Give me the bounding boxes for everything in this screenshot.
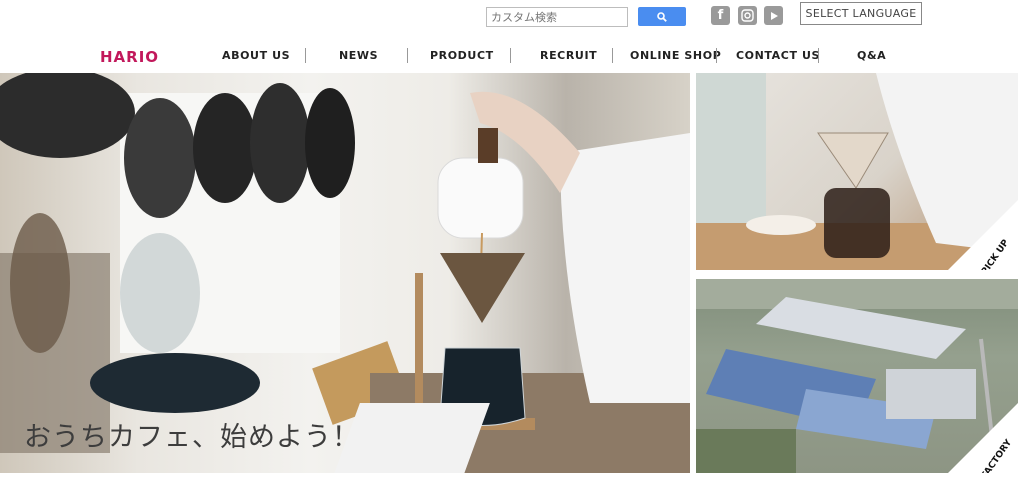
nav-divider [612,48,613,63]
nav-about-us[interactable]: ABOUT US [222,49,290,62]
nav-qa[interactable]: Q&A [857,49,886,62]
hero-caption: おうちカフェ、始めよう！ [24,422,360,453]
corner-ribbon [948,403,1018,473]
search-button[interactable] [638,7,686,26]
nav-recruit[interactable]: RECRUIT [540,49,597,62]
nav-contact-us[interactable]: CONTACT US [736,49,820,62]
instagram-icon[interactable] [738,6,757,25]
instagram-glyph [741,9,754,22]
nav-product[interactable]: PRODUCT [430,49,494,62]
page: f SELECT LANGUAGE HARIO ABOUT US NEWS PR… [0,0,1024,483]
play-glyph [770,11,778,20]
select-language-button[interactable]: SELECT LANGUAGE [800,2,922,25]
hero-photo [0,73,690,473]
pickup-tile[interactable]: PICK UP [696,73,1018,270]
nav-divider [716,48,717,63]
main-nav: ABOUT US NEWS PRODUCT RECRUIT ONLINE SHO… [0,48,1024,66]
youtube-icon[interactable] [764,6,783,25]
corner-ribbon [948,200,1018,270]
search-icon [657,11,667,22]
search-input[interactable] [486,7,628,27]
nav-divider [305,48,306,63]
nav-divider [510,48,511,63]
facebook-icon[interactable]: f [711,6,730,25]
factory-tile[interactable]: FACTORY [696,279,1018,473]
nav-online-shop[interactable]: ONLINE SHOP [630,49,721,62]
nav-news[interactable]: NEWS [339,49,378,62]
hero-banner[interactable]: おうちカフェ、始めよう！ [0,73,690,473]
nav-divider [407,48,408,63]
nav-divider [818,48,819,63]
